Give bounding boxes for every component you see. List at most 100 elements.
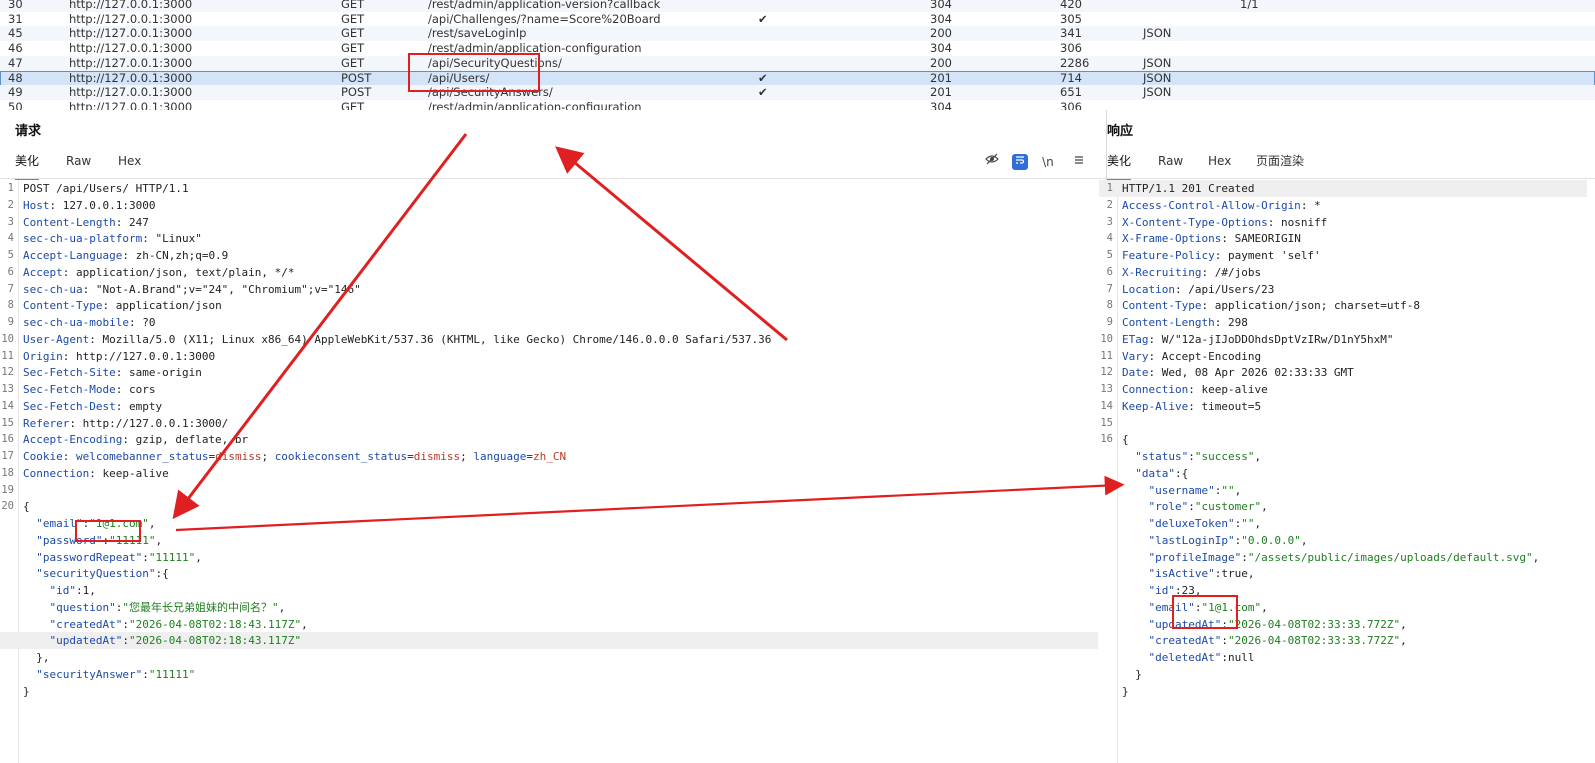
response-title: 响应 [1107, 124, 1134, 139]
tab-hex[interactable]: Hex [1208, 150, 1231, 178]
line-text: Access-Control-Allow-Origin: * [1122, 198, 1321, 212]
line-text: X-Recruiting: /#/jobs [1122, 265, 1262, 279]
json-key: "deletedAt" [1148, 651, 1222, 664]
header-name: Date [1122, 366, 1149, 380]
editor-toolbar: \n [977, 151, 1090, 173]
line-number: 17 [1, 450, 14, 462]
code-line: "deluxeToken":"", [1099, 515, 1587, 532]
json-key: "profileImage" [1148, 550, 1242, 564]
header-name: Feature-Policy [1122, 249, 1215, 262]
header-name: Accept-Language [23, 249, 123, 262]
line-text: "updatedAt":"2026-04-08T02:33:33.772Z", [1148, 617, 1407, 631]
line-text: "createdAt":"2026-04-08T02:33:33.772Z", [1148, 634, 1407, 648]
table-row[interactable]: 30 http://127.0.0.1:3000 GET/rest/admin/ap… [0, 0, 1595, 12]
line-text: }, [36, 651, 50, 664]
annotation-box-users-endpoint [408, 53, 540, 92]
code-line: 20 { [0, 498, 1098, 515]
code-line: 10 ETag: W/"12a-jIJoDDOhdsDptVzIRw/D1nY5h… [1099, 331, 1587, 348]
tab-pretty[interactable]: 美化 [15, 150, 40, 180]
line-number: 10 [1, 332, 14, 345]
tab-hex[interactable]: Hex [118, 150, 141, 178]
wrap-lines-icon[interactable] [1011, 154, 1028, 170]
row-status: 200 [930, 55, 952, 70]
line-text: { [23, 500, 30, 514]
header-name: Sec-Fetch-Site [23, 366, 116, 380]
newline-toggle-button[interactable]: \n [1037, 151, 1059, 173]
code-line: 16 { [1099, 431, 1587, 448]
row-method: GET [341, 55, 365, 70]
json-string: "/assets/public/images/uploads/default.s… [1247, 550, 1533, 564]
json-key: "username" [1148, 483, 1215, 497]
tab-pretty[interactable]: 美化 [1107, 150, 1132, 180]
table-row[interactable]: 46 http://127.0.0.1:3000 GET/rest/admin/ap… [0, 41, 1595, 56]
row-length: 341 [1060, 26, 1082, 41]
json-string: "2026-04-08T02:18:43.117Z" [128, 634, 302, 648]
row-number: 47 [8, 55, 23, 70]
code-line: 16 Accept-Encoding: gzip, deflate, br [0, 431, 1098, 448]
table-row[interactable]: 48 http://127.0.0.1:3000 POST/api/Users/✔ 2… [0, 70, 1595, 86]
line-text: "role":"customer", [1148, 500, 1268, 514]
header-name: sec-ch-ua [23, 282, 83, 296]
line-text: "question":"您最年长兄弟姐妹的中间名？", [49, 600, 286, 614]
code-line: 10 User-Agent: Mozilla/5.0 (X11; Linux x8… [0, 331, 1098, 348]
code-line: 3 Content-Length: 247 [0, 214, 1098, 231]
tab-render[interactable]: 页面渲染 [1256, 150, 1304, 178]
json-key: "deluxeToken" [1148, 517, 1235, 530]
row-method: GET [341, 26, 365, 41]
table-row[interactable]: 49 http://127.0.0.1:3000 POST/api/Security… [0, 85, 1595, 101]
line-number: 13 [1, 383, 14, 395]
cookie-name: welcomebanner_status [76, 450, 209, 463]
row-method: GET [341, 41, 365, 56]
code-line: 17 Cookie: welcomebanner_status=dismiss; … [0, 448, 1098, 465]
code-line: 6 X-Recruiting: /#/jobs [1099, 264, 1587, 281]
json-string: "" [1221, 483, 1235, 497]
header-name: Vary [1122, 349, 1149, 363]
code-line: 1 POST /api/Users/ HTTP/1.1 [0, 180, 1098, 197]
tab-raw[interactable]: Raw [66, 150, 91, 178]
row-extra: 1/1 [1240, 0, 1259, 11]
table-row[interactable]: 47 http://127.0.0.1:3000 GET/api/SecurityQ… [0, 55, 1595, 71]
header-name: Sec-Fetch-Dest [23, 399, 116, 413]
line-text: "status":"success", [1135, 450, 1262, 463]
code-line: 8 Content-Type: application/json; charset… [1099, 297, 1587, 314]
code-line: 2 Host: 127.0.0.1:3000 [0, 197, 1098, 214]
request-editor[interactable]: 1 POST /api/Users/ HTTP/1.1 2 Host: 127.0.0… [0, 180, 1106, 763]
row-status: 304 [930, 0, 952, 11]
row-host: http://127.0.0.1:3000 [69, 0, 193, 11]
row-mime: JSON [1143, 70, 1172, 85]
table-row[interactable]: 31 http://127.0.0.1:3000 GET/api/Challenge… [0, 12, 1595, 27]
line-text: } [1122, 684, 1129, 698]
code-line: 2 Access-Control-Allow-Origin: * [1099, 197, 1587, 214]
line-number: 9 [1106, 316, 1113, 328]
line-text: HTTP/1.1 201 Created [1122, 182, 1255, 195]
line-text: "isActive":true, [1148, 567, 1255, 581]
code-line: "lastLoginIp":"0.0.0.0", [1099, 532, 1587, 549]
header-name: X-Recruiting [1122, 265, 1202, 279]
header-name: Keep-Alive [1122, 399, 1189, 413]
json-string: "0.0.0.0" [1241, 533, 1301, 547]
tab-raw[interactable]: Raw [1158, 150, 1183, 178]
line-number: 8 [7, 299, 14, 312]
row-host: http://127.0.0.1:3000 [69, 11, 193, 26]
menu-icon[interactable] [1068, 151, 1090, 173]
row-number: 30 [8, 0, 23, 11]
line-number: 11 [1100, 349, 1113, 362]
table-row[interactable]: 45 http://127.0.0.1:3000 GET/rest/saveLogi… [0, 26, 1595, 42]
code-line: 11 Origin: http://127.0.0.1:3000 [0, 348, 1098, 365]
line-text: Location: /api/Users/23 [1122, 282, 1275, 296]
line-text: Date: Wed, 08 Apr 2026 02:33:33 GMT [1122, 366, 1354, 380]
row-number: 31 [8, 11, 23, 26]
code-line: } [1099, 666, 1587, 683]
code-line: 4 sec-ch-ua-platform: "Linux" [0, 230, 1098, 247]
line-number: 11 [1, 349, 14, 362]
row-number: 48 [8, 70, 23, 85]
line-text: { [1122, 433, 1129, 447]
hide-eye-icon[interactable] [981, 151, 1003, 173]
line-text: Sec-Fetch-Site: same-origin [23, 366, 202, 380]
response-editor[interactable]: 1 HTTP/1.1 201 Created 2 Access-Control-All… [1099, 180, 1595, 763]
response-pane: 响应 美化 Raw Hex 页面渲染 1 HTTP/1.1 201 Created… [1099, 110, 1595, 763]
line-text: sec-ch-ua-mobile: ?0 [23, 316, 156, 329]
line-text: } [23, 684, 30, 698]
json-string: "2026-04-08T02:33:33.772Z" [1227, 634, 1401, 648]
json-string: "customer" [1194, 500, 1262, 514]
